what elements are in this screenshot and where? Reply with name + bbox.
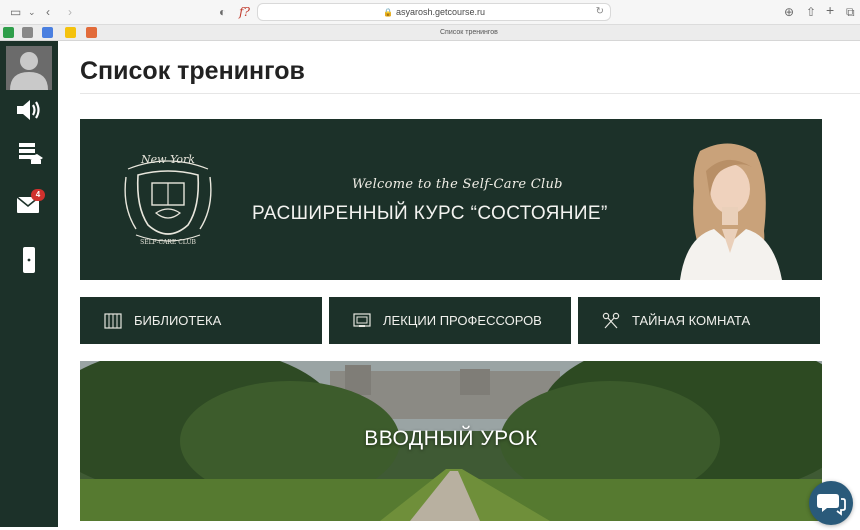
instructor-portrait xyxy=(680,143,782,280)
bookmarks-and-tab-bar: Список тренингов xyxy=(0,25,860,41)
reload-icon[interactable]: ↻ xyxy=(596,4,604,20)
professor-lectures-button[interactable]: ЛЕКЦИИ ПРОФЕССОРОВ xyxy=(329,297,571,344)
url-text: asyarosh.getcourse.ru xyxy=(395,7,485,17)
page-title: Список тренингов xyxy=(80,57,305,85)
privacy-shield-icon[interactable]: ◐ xyxy=(219,4,226,20)
notifications-badge: 4 xyxy=(31,189,45,201)
professor-lectures-button-label: ЛЕКЦИИ ПРОФЕССОРОВ xyxy=(383,313,542,328)
hero-welcome-text: Welcome to the Self-Care Club xyxy=(352,177,563,192)
sidebar-toggle-icon[interactable]: ▭ xyxy=(10,4,21,20)
avatar-icon xyxy=(6,46,52,90)
back-icon[interactable]: ‹ xyxy=(46,4,50,20)
emblem-top-text: New York xyxy=(140,153,195,166)
extension-icon[interactable]: f? xyxy=(239,4,250,20)
title-divider xyxy=(80,93,860,94)
chevron-down-icon[interactable]: ⌄ xyxy=(28,4,36,20)
sidebar-item-mobile-app[interactable] xyxy=(0,246,58,276)
share-icon[interactable]: ⇧ xyxy=(806,4,816,20)
new-tab-icon[interactable]: + xyxy=(826,2,834,18)
library-icon xyxy=(104,313,122,329)
emblem-bottom-text: SELF-CARE CLUB xyxy=(140,239,196,246)
sidebar-item-notifications[interactable] xyxy=(0,97,58,127)
avatar[interactable] xyxy=(0,44,58,92)
download-icon[interactable]: ⊕ xyxy=(784,4,794,20)
bookmark-drive-icon[interactable] xyxy=(65,27,76,38)
chat-bubble-icon xyxy=(817,494,846,516)
lock-icon: 🔒 xyxy=(382,8,393,17)
tab-overview-icon[interactable]: ⧉ xyxy=(846,4,855,20)
keys-icon xyxy=(602,312,620,329)
library-button[interactable]: БИБЛИОТЕКА xyxy=(80,297,322,344)
forward-icon[interactable]: › xyxy=(68,4,72,20)
sidebar-item-trainings[interactable] xyxy=(0,139,58,169)
url-bar[interactable]: 🔒 asyarosh.getcourse.ru ↻ xyxy=(257,3,611,21)
sidebar: 4 xyxy=(0,41,58,527)
graduation-cap-icon xyxy=(19,143,43,164)
bookmark-app-icon[interactable] xyxy=(86,27,97,38)
lecture-icon xyxy=(353,313,371,327)
browser-toolbar: ▭ ⌄ ‹ › ◐ f? 🔒 asyarosh.getcourse.ru ↻ ⊕ … xyxy=(0,0,860,25)
library-button-label: БИБЛИОТЕКА xyxy=(134,313,222,328)
chat-button[interactable] xyxy=(809,481,853,525)
secret-room-button-label: ТАЙНАЯ КОМНАТА xyxy=(632,313,751,328)
active-tab-title[interactable]: Список тренингов xyxy=(440,25,498,40)
bookmark-docs-icon[interactable] xyxy=(42,27,53,38)
phone-icon xyxy=(23,247,35,273)
speaker-icon xyxy=(17,100,40,120)
secret-room-button[interactable]: ТАЙНАЯ КОМНАТА xyxy=(578,297,820,344)
lesson-title: ВВОДНЫЙ УРОК xyxy=(364,427,538,450)
intro-lesson-card[interactable]: ВВОДНЫЙ УРОК xyxy=(80,361,822,521)
hero-course-title: РАСШИРЕННЫЙ КУРС “СОСТОЯНИЕ” xyxy=(252,203,608,224)
bookmark-sheets-icon[interactable] xyxy=(3,27,14,38)
bookmark-calendar-icon[interactable] xyxy=(22,27,33,38)
sidebar-item-messages[interactable]: 4 xyxy=(0,189,58,224)
course-hero-banner[interactable]: New York SELF-CARE CLUB Welcome to the S… xyxy=(80,119,822,280)
club-emblem-icon: New York SELF-CARE CLUB xyxy=(124,153,212,246)
